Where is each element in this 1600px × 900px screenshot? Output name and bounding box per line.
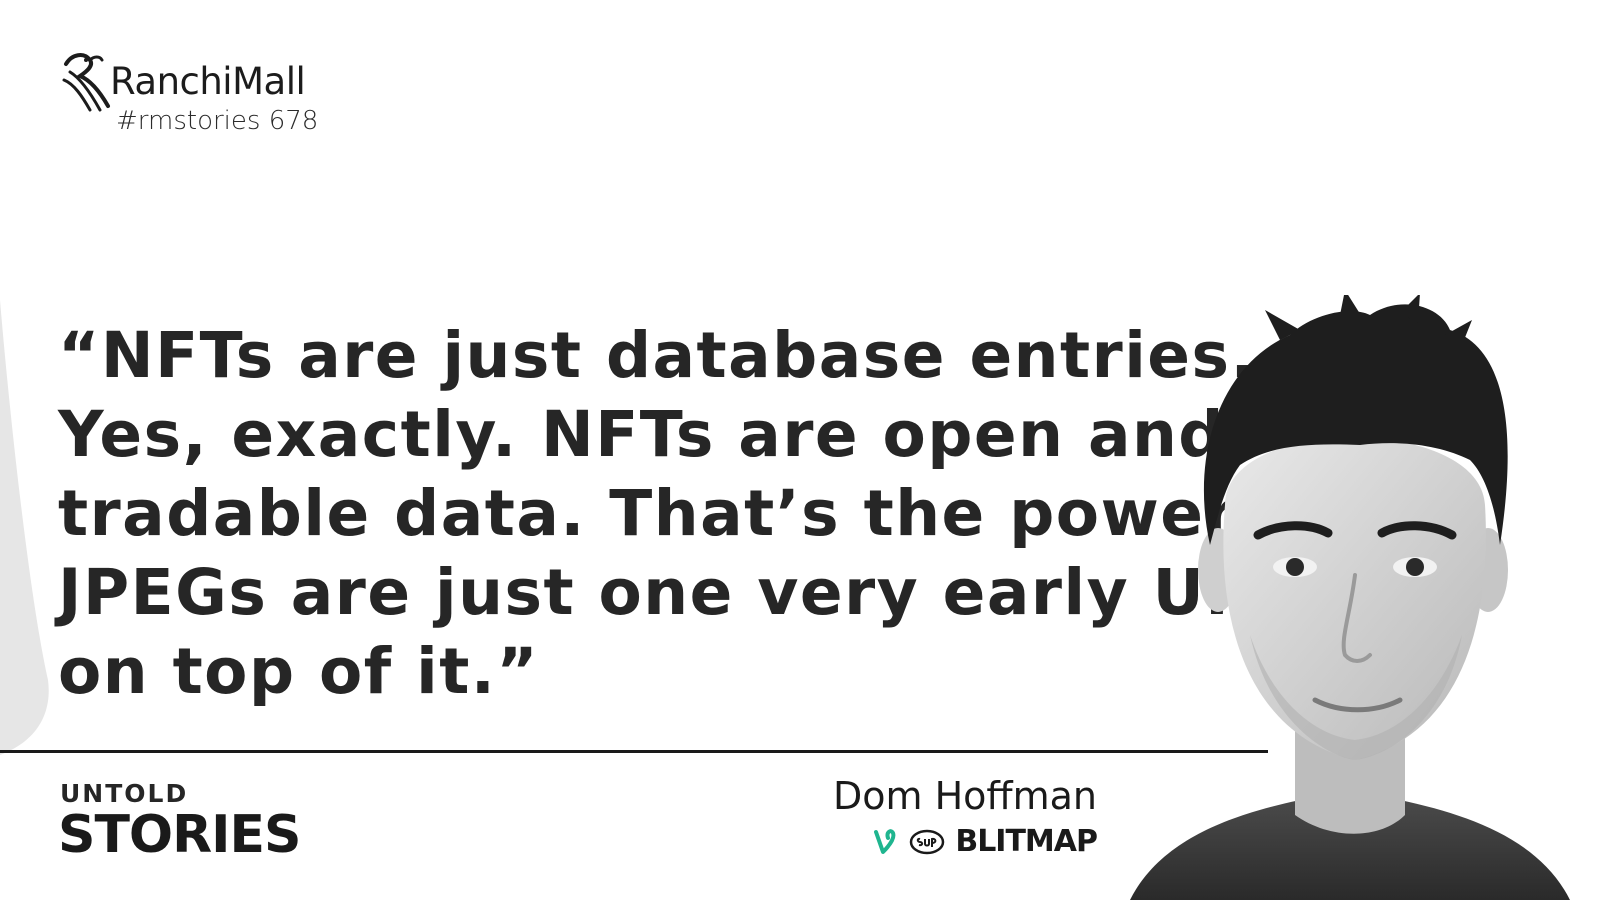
stories-label: STORIES (58, 805, 301, 865)
speaker-name: Dom Hoffman (833, 774, 1097, 818)
untold-stories-logo: UNTOLD STORIES (58, 779, 301, 869)
sup-icon (910, 829, 945, 854)
quote-line: on top of it.” (58, 635, 540, 708)
speaker-portrait-image (1130, 295, 1570, 900)
ranchimall-logo-icon (62, 53, 110, 112)
quote-line: JPEGs are just one very early UI (58, 556, 1231, 629)
quote-line: Yes, exactly. NFTs are open and (58, 398, 1225, 471)
left-accent-shape (0, 300, 49, 755)
brand-header: RanchiMall #rmstories 678 (60, 46, 360, 146)
divider-line (0, 750, 1268, 753)
quote-text: “NFTs are just database entries. Yes, ex… (58, 316, 1256, 711)
speaker-brands: BLITMAP (833, 824, 1098, 859)
quote-line: tradable data. That’s the power. (58, 477, 1254, 550)
speaker-info: Dom Hoffman BLITMAP (833, 774, 1098, 859)
brand-name: RanchiMall (110, 60, 306, 103)
blitmap-logo: BLITMAP (955, 824, 1098, 859)
untold-label: UNTOLD (60, 779, 189, 808)
vine-icon (874, 828, 896, 854)
quote-line: “NFTs are just database entries. (58, 319, 1256, 392)
brand-hashtag: #rmstories 678 (116, 106, 319, 136)
